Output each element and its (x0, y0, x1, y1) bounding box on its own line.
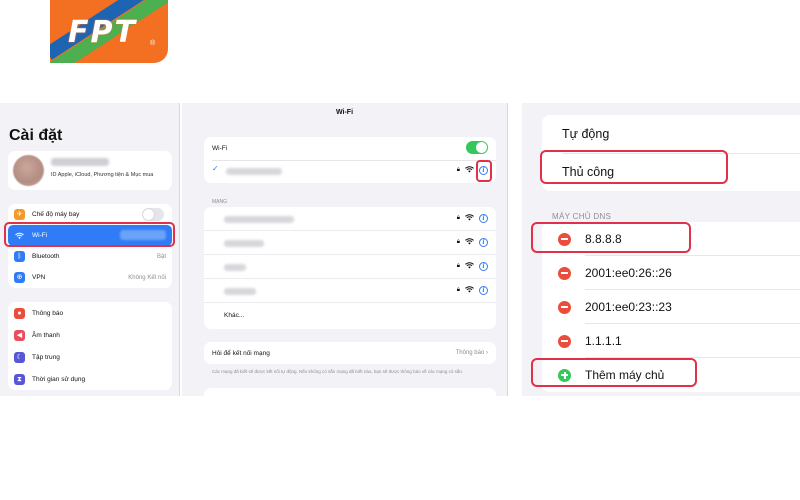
chevron-right-icon: › (486, 350, 488, 356)
sidebar-item-bluetooth[interactable]: ᛒ Bluetooth Bật (8, 246, 172, 267)
sidebar-item-label: Bluetooth (32, 253, 60, 260)
wifi-panel: Wi-Fi Wi-Fi ✓ 🔒︎ i MẠNG 🔒︎ i 🔒︎ i 🔒︎ i 🔒… (182, 103, 508, 396)
remove-server-icon[interactable] (558, 334, 571, 348)
other-network-item[interactable]: Khác... (204, 303, 496, 327)
dns-server-address[interactable]: 2001:ee0:26::26 (585, 266, 672, 280)
settings-panel: Cài đặt ID Apple, iCloud, Phương tiện & … (0, 103, 180, 396)
lock-icon: 🔒︎ (456, 239, 460, 245)
lock-icon: 🔒︎ (456, 215, 460, 221)
wifi-signal-icon (465, 166, 474, 175)
wifi-toggle-label: Wi-Fi (212, 145, 228, 152)
hourglass-icon: ⧗ (14, 373, 25, 385)
checkmark-icon: ✓ (212, 164, 219, 173)
lock-icon: 🔒︎ (456, 287, 460, 293)
info-icon[interactable]: i (479, 238, 488, 247)
sidebar-item-focus[interactable]: ☾ Tập trung (8, 346, 172, 368)
highlight-manual-option (540, 150, 728, 184)
speaker-icon: ◀ (14, 329, 25, 341)
ask-to-join-row[interactable]: Hỏi để kết nối mạng Thông báo › (204, 342, 496, 364)
remove-server-icon[interactable] (558, 266, 571, 280)
vpn-status: Không Kết nối (128, 274, 166, 281)
sidebar-item-label: Chế độ máy bay (32, 211, 80, 218)
blurred-user-name (51, 158, 109, 166)
registered-mark: ® (150, 40, 156, 47)
vpn-icon: ⊕ (14, 272, 25, 283)
lock-icon: 🔒︎ (456, 167, 460, 173)
blurred-connected-ssid (226, 168, 282, 175)
networks-list: 🔒︎ i 🔒︎ i 🔒︎ i 🔒︎ i Khác... (204, 207, 496, 329)
ask-to-join-label: Hỏi để kết nối mạng (212, 350, 270, 357)
list-item[interactable]: 🔒︎ i (204, 231, 496, 255)
remove-server-icon[interactable] (558, 300, 571, 314)
dns-mode-auto[interactable]: Tự động (542, 115, 800, 153)
moon-icon: ☾ (14, 351, 25, 363)
settings-title: Cài đặt (9, 127, 63, 144)
sidebar-item-notifications[interactable]: ● Thông báo (8, 302, 172, 324)
wifi-signal-icon (465, 238, 474, 247)
highlight-dns-server (531, 222, 691, 253)
bluetooth-status: Bật (156, 253, 166, 260)
wifi-signal-icon (465, 286, 474, 295)
fpt-logo: FPT ® (50, 0, 168, 63)
info-icon[interactable]: i (479, 286, 488, 295)
next-group-edge (204, 388, 496, 396)
highlight-wifi-item (4, 222, 175, 247)
lock-icon: 🔒︎ (456, 263, 460, 269)
highlight-add-server (531, 358, 697, 387)
sidebar-item-sounds[interactable]: ◀ Âm thanh (8, 324, 172, 346)
list-item[interactable]: 🔒︎ i (204, 207, 496, 231)
apple-id-card[interactable]: ID Apple, iCloud, Phương tiện & Mục mua (8, 151, 172, 190)
wifi-page-title: Wi-Fi (335, 109, 354, 116)
other-network-label: Khác... (224, 312, 245, 319)
bluetooth-icon: ᛒ (14, 251, 25, 262)
ask-to-join-value: Thông báo › (455, 350, 488, 356)
list-item[interactable]: 🔒︎ i (204, 255, 496, 279)
wifi-toggle[interactable] (466, 141, 488, 154)
dns-server-row: 2001:ee0:23::23 (542, 290, 800, 324)
sidebar-item-label: VPN (32, 274, 46, 281)
logo-text: FPT (68, 15, 137, 50)
dns-server-row: 1.1.1.1 (542, 324, 800, 358)
sidebar-item-label: Thông báo (32, 309, 64, 317)
bell-icon: ● (14, 307, 25, 319)
tutorial-image: FPT ® Cài đặt ID Apple, iCloud, Phương t… (0, 0, 800, 500)
sidebar-item-label: Âm thanh (32, 331, 60, 339)
networks-header: MẠNG (212, 199, 227, 205)
sidebar-item-label: Tập trung (32, 353, 60, 361)
wifi-toggle-group: Wi-Fi ✓ 🔒︎ i (204, 137, 496, 183)
highlight-info-button (476, 160, 492, 182)
info-icon[interactable]: i (479, 262, 488, 271)
ask-to-join-note: Các mạng đã biết sẽ được kết nối tự động… (212, 369, 464, 374)
airplane-icon: ✈ (14, 209, 25, 220)
info-icon[interactable]: i (479, 214, 488, 223)
dns-servers-header: MÁY CHỦ DNS (552, 212, 612, 221)
airplane-toggle[interactable] (142, 208, 164, 221)
wifi-signal-icon (465, 214, 474, 223)
sidebar-item-label: Thời gian sử dụng (32, 375, 86, 383)
notifications-group: ● Thông báo ◀ Âm thanh ☾ Tập trung ⧗ Thờ… (8, 302, 172, 390)
sidebar-item-vpn[interactable]: ⊕ VPN Không Kết nối (8, 267, 172, 288)
wifi-signal-icon (465, 262, 474, 271)
profile-subtitle: ID Apple, iCloud, Phương tiện & Mục mua (51, 172, 154, 178)
list-item[interactable]: 🔒︎ i (204, 279, 496, 303)
dns-server-row: 2001:ee0:26::26 (542, 256, 800, 290)
avatar (13, 155, 44, 186)
sidebar-item-screen-time[interactable]: ⧗ Thời gian sử dụng (8, 368, 172, 390)
dns-server-address[interactable]: 2001:ee0:23::23 (585, 300, 672, 314)
dns-server-address[interactable]: 1.1.1.1 (585, 334, 622, 348)
